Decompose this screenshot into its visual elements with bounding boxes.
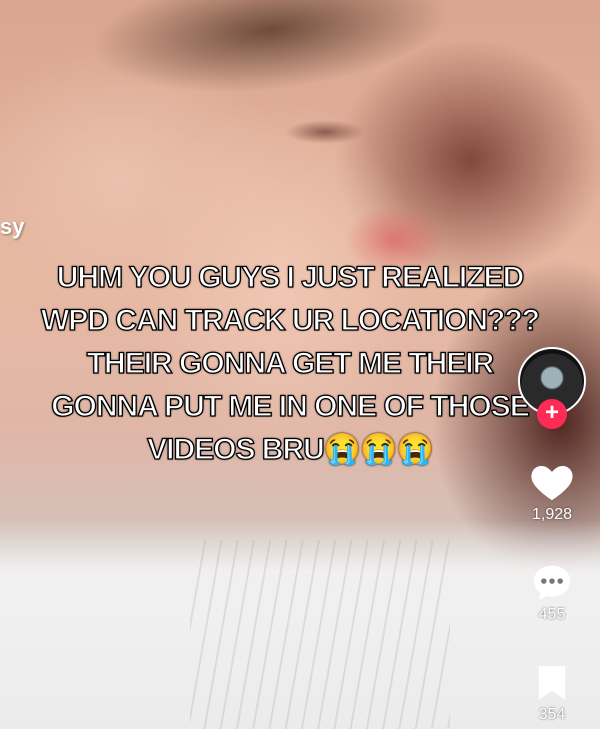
comment-count: 455 — [538, 606, 566, 623]
follow-button[interactable]: + — [537, 399, 567, 429]
video-background-hair — [84, 0, 456, 109]
video-player[interactable]: sy UHM YOU GUYS I JUST REALIZED WPD CAN … — [0, 0, 600, 729]
heart-icon — [531, 465, 573, 501]
save-count: 354 — [538, 706, 566, 723]
comment-icon — [533, 565, 571, 601]
bookmark-icon — [538, 666, 566, 700]
like-count: 1,928 — [531, 506, 573, 523]
comment-button[interactable]: 455 — [522, 562, 582, 624]
video-edge-text: sy — [0, 214, 25, 239]
video-background-eye — [285, 120, 365, 144]
like-button[interactable]: 1,928 — [522, 460, 582, 524]
video-background-shirt-stripes — [190, 540, 450, 729]
video-caption: UHM YOU GUYS I JUST REALIZED WPD CAN TRA… — [40, 260, 540, 466]
save-button[interactable]: 354 — [522, 664, 582, 724]
